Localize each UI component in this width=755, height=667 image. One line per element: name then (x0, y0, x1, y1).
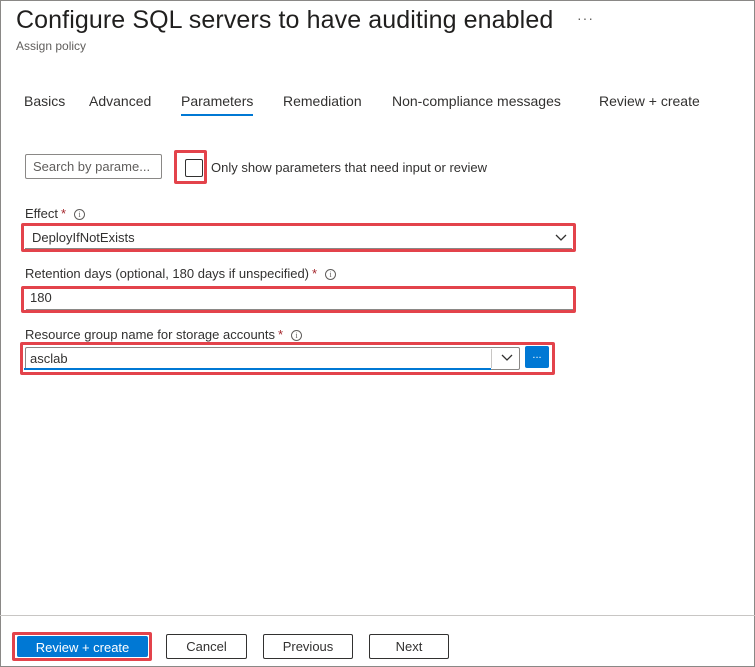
previous-button[interactable]: Previous (263, 634, 353, 659)
tab-parameters[interactable]: Parameters (181, 93, 254, 116)
cancel-button[interactable]: Cancel (166, 634, 247, 659)
tab-review-create[interactable]: Review + create (599, 93, 700, 109)
browse-resource-group-button[interactable]: ... (525, 346, 549, 368)
tab-remediation[interactable]: Remediation (283, 93, 362, 109)
combobox-focus-underline (24, 368, 491, 370)
more-options-icon[interactable]: ··· (577, 10, 594, 26)
effect-dropdown[interactable]: DeployIfNotExists (25, 227, 572, 249)
parameter-search-input[interactable] (25, 154, 162, 179)
tab-non-compliance-messages[interactable]: Non-compliance messages (392, 93, 561, 109)
chevron-down-icon (555, 234, 567, 241)
combobox-divider (491, 349, 492, 368)
info-icon[interactable]: i (74, 209, 86, 220)
required-marker: * (312, 266, 318, 281)
required-marker: * (278, 327, 284, 342)
only-show-needs-input-label: Only show parameters that need input or … (211, 160, 488, 175)
resource-group-value: asclab (30, 351, 68, 366)
page-title: Configure SQL servers to have auditing e… (16, 6, 554, 34)
chevron-down-icon (501, 354, 513, 361)
resource-group-label: Resource group name for storage accounts… (25, 327, 303, 342)
info-icon[interactable]: i (291, 330, 303, 341)
resource-group-label-text: Resource group name for storage accounts (25, 327, 276, 342)
tab-advanced[interactable]: Advanced (89, 93, 151, 109)
retention-label: Retention days (optional, 180 days if un… (25, 266, 337, 281)
next-button[interactable]: Next (369, 634, 449, 659)
effect-label: Effect * i (25, 206, 86, 221)
page-subtitle: Assign policy (16, 39, 87, 53)
resource-group-combobox[interactable]: asclab (25, 347, 520, 370)
footer-divider (0, 615, 755, 616)
info-icon[interactable]: i (325, 269, 337, 280)
effect-dropdown-value: DeployIfNotExists (32, 230, 135, 245)
only-show-needs-input-checkbox[interactable] (185, 159, 203, 177)
tab-basics[interactable]: Basics (24, 93, 65, 109)
effect-label-text: Effect (25, 206, 59, 221)
retention-label-text: Retention days (optional, 180 days if un… (25, 266, 310, 281)
retention-days-input[interactable]: 180 (26, 290, 573, 310)
required-marker: * (61, 206, 67, 221)
review-create-button[interactable]: Review + create (17, 636, 148, 657)
